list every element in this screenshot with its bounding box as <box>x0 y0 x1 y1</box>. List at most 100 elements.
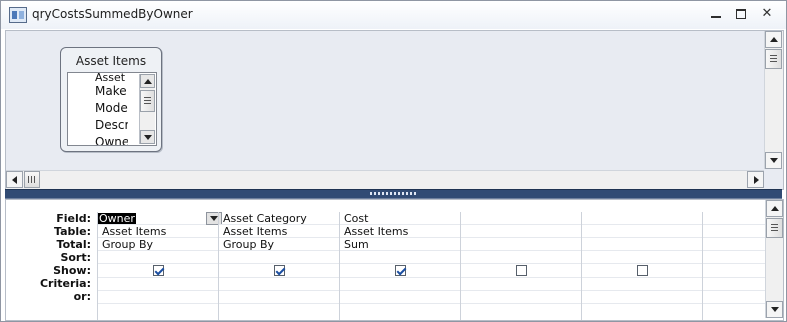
sort-cell[interactable] <box>582 251 703 264</box>
scroll-up-icon[interactable] <box>765 31 782 48</box>
field-cell[interactable]: Owner <box>98 212 219 225</box>
criteria-cell[interactable] <box>98 278 219 291</box>
show-cell[interactable] <box>461 264 582 278</box>
grid-column-empty-3[interactable] <box>702 212 766 320</box>
row-label-total: Total: <box>56 238 91 251</box>
table-cell[interactable] <box>582 225 703 238</box>
field-list[interactable]: Asset Make Model Descri Owne <box>67 72 157 146</box>
close-icon: ✕ <box>761 6 773 21</box>
show-checkbox[interactable] <box>636 265 648 276</box>
table-pane-vertical-scrollbar[interactable] <box>764 31 783 169</box>
field-cell[interactable] <box>703 212 766 225</box>
maximize-button[interactable] <box>730 5 752 23</box>
design-grid-vertical-scrollbar[interactable] <box>765 200 783 318</box>
or-cell[interactable] <box>219 291 340 304</box>
row-label-criteria: Criteria: <box>39 277 91 290</box>
or-cell[interactable] <box>703 291 766 304</box>
maximize-icon <box>736 9 746 19</box>
table-pane: Asset Items Asset Make Model Descri Owne <box>5 30 784 190</box>
total-cell[interactable] <box>703 238 766 251</box>
table-cell[interactable] <box>461 225 582 238</box>
scroll-thumb[interactable] <box>24 171 40 188</box>
total-cell[interactable] <box>582 238 703 251</box>
criteria-cell[interactable] <box>703 278 766 291</box>
table-box-title: Asset Items <box>75 54 147 68</box>
scroll-down-icon[interactable] <box>766 301 783 318</box>
total-cell[interactable]: Sum <box>340 238 461 251</box>
total-cell[interactable]: Group By <box>219 238 340 251</box>
or-cell[interactable] <box>461 291 582 304</box>
show-checkbox[interactable] <box>273 265 285 276</box>
query-window: qryCostsSummedByOwner ✕ Asset Items Asse… <box>0 0 787 322</box>
design-grid: Field: Table: Total: Sort: Show: Criteri… <box>5 199 784 321</box>
sort-cell[interactable] <box>219 251 340 264</box>
show-cell[interactable] <box>98 264 219 278</box>
row-label-sort: Sort: <box>60 251 91 264</box>
field-item-asset[interactable]: Asset <box>68 73 128 83</box>
sort-cell[interactable] <box>461 251 582 264</box>
table-cell[interactable]: Asset Items <box>219 225 340 238</box>
field-item-model[interactable]: Model <box>68 100 128 117</box>
title-bar: qryCostsSummedByOwner ✕ <box>1 1 786 29</box>
scroll-thumb[interactable] <box>140 90 155 112</box>
grid-column-cost[interactable]: Cost Asset Items Sum <box>339 212 461 320</box>
table-cell[interactable]: Asset Items <box>98 225 219 238</box>
criteria-cell[interactable] <box>461 278 582 291</box>
scroll-up-icon[interactable] <box>766 200 783 217</box>
show-checkbox[interactable] <box>515 265 527 276</box>
show-cell[interactable] <box>582 264 703 278</box>
scroll-up-icon[interactable] <box>140 74 155 88</box>
show-cell[interactable] <box>703 264 766 278</box>
total-cell[interactable] <box>461 238 582 251</box>
show-cell[interactable] <box>219 264 340 278</box>
row-label-table: Table: <box>53 225 91 238</box>
table-pane-horizontal-scrollbar[interactable] <box>6 170 764 189</box>
scroll-thumb[interactable] <box>766 218 783 238</box>
scroll-down-icon[interactable] <box>765 152 782 169</box>
show-cell[interactable] <box>340 264 461 278</box>
grid-column-empty-1[interactable] <box>460 212 582 320</box>
row-labels: Field: Table: Total: Sort: Show: Criteri… <box>6 212 94 303</box>
total-cell[interactable]: Group By <box>98 238 219 251</box>
row-label-show: Show: <box>53 264 91 277</box>
sort-cell[interactable] <box>98 251 219 264</box>
scroll-left-icon[interactable] <box>6 171 23 188</box>
minimize-icon <box>711 16 721 18</box>
row-label-field: Field: <box>56 212 91 225</box>
or-cell[interactable] <box>98 291 219 304</box>
or-cell[interactable] <box>340 291 461 304</box>
grid-column-asset-category[interactable]: Asset Category Asset Items Group By <box>218 212 340 320</box>
table-cell[interactable] <box>703 225 766 238</box>
criteria-cell[interactable] <box>340 278 461 291</box>
field-item-make[interactable]: Make <box>68 83 128 100</box>
field-cell-owner-text: Owner <box>98 212 136 225</box>
field-cell[interactable]: Asset Category <box>219 212 340 225</box>
sort-cell[interactable] <box>340 251 461 264</box>
show-checkbox[interactable] <box>394 265 406 276</box>
field-cell[interactable] <box>461 212 582 225</box>
row-label-or: or: <box>73 290 91 303</box>
criteria-cell[interactable] <box>219 278 340 291</box>
close-button[interactable]: ✕ <box>756 5 778 23</box>
field-cell[interactable] <box>582 212 703 225</box>
field-cell[interactable]: Cost <box>340 212 461 225</box>
grid-column-empty-2[interactable] <box>581 212 703 320</box>
splitter-grip-icon[interactable] <box>370 192 418 195</box>
scroll-thumb[interactable] <box>765 49 782 69</box>
field-item-description[interactable]: Descri <box>68 117 128 134</box>
query-icon <box>9 7 27 23</box>
grid-columns: Owner Asset Items Group By Asset Categor… <box>97 212 766 320</box>
minimize-button[interactable] <box>705 5 727 23</box>
field-list-scrollbar[interactable] <box>139 74 155 144</box>
scroll-right-icon[interactable] <box>747 171 764 188</box>
grid-column-owner[interactable]: Owner Asset Items Group By <box>97 212 222 320</box>
sort-cell[interactable] <box>703 251 766 264</box>
scroll-down-icon[interactable] <box>140 130 155 144</box>
table-cell[interactable]: Asset Items <box>340 225 461 238</box>
field-item-owner[interactable]: Owne <box>68 134 128 145</box>
table-box-asset-items[interactable]: Asset Items Asset Make Model Descri Owne <box>60 47 162 152</box>
or-cell[interactable] <box>582 291 703 304</box>
criteria-cell[interactable] <box>582 278 703 291</box>
show-checkbox[interactable] <box>152 265 164 276</box>
pane-splitter[interactable] <box>5 189 782 199</box>
